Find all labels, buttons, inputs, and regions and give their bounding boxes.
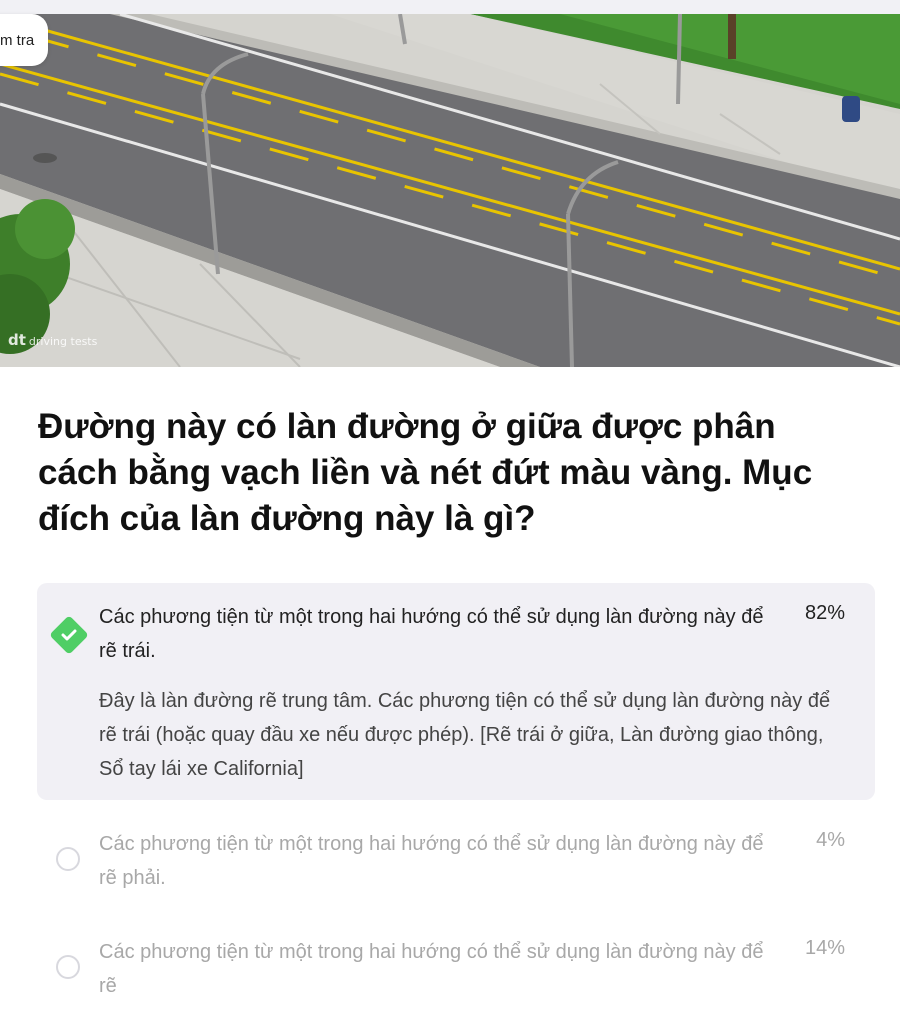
top-strip xyxy=(0,0,900,14)
answer-text: Các phương tiện từ một trong hai hướng c… xyxy=(99,941,764,997)
test-tab[interactable]: m tra xyxy=(0,14,49,66)
check-icon xyxy=(49,615,89,655)
dt-logo: dt xyxy=(8,331,26,349)
watermark-text: driving tests xyxy=(28,335,98,348)
answer-option-1[interactable]: Các phương tiện từ một trong hai hướng c… xyxy=(37,583,875,800)
road-scene-image xyxy=(0,14,900,367)
answer-percent: 14% xyxy=(804,937,845,959)
answer-percent: 82% xyxy=(804,602,845,624)
answer-percent: 4% xyxy=(816,829,845,851)
answer-text: Các phương tiện từ một trong hai hướng c… xyxy=(99,606,764,662)
answer-text: Các phương tiện từ một trong hai hướng c… xyxy=(99,833,764,889)
answer-option-3[interactable]: Các phương tiện từ một trong hai hướng c… xyxy=(37,928,875,1018)
answer-option-2[interactable]: Các phương tiện từ một trong hai hướng c… xyxy=(37,820,875,910)
test-tab-label: m tra xyxy=(0,31,35,49)
question-text: Đường này có làn đường ở giữa được phân … xyxy=(38,407,813,538)
radio-circle-icon xyxy=(56,847,80,871)
radio-circle-icon xyxy=(56,955,80,979)
answer-explanation: Đây là làn đường rẽ trung tâm. Các phươn… xyxy=(99,690,831,780)
driving-tests-watermark: dt driving tests xyxy=(8,333,98,348)
